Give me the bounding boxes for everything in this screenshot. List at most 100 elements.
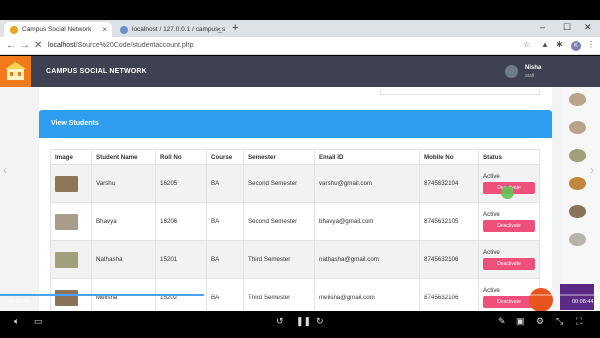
friends-rail: [562, 87, 600, 314]
profile-avatar[interactable]: K: [571, 41, 581, 51]
roll-no: 15202: [155, 278, 207, 314]
email: varshu@gmail.com: [314, 164, 420, 203]
student-name: Varshu: [91, 164, 156, 203]
browser-toolbar: ← → ✕ localhost/Source%20Code/studentacc…: [0, 37, 600, 55]
forward-icon[interactable]: →: [20, 40, 30, 51]
mobile: 8745632104: [419, 164, 479, 203]
reload-icon[interactable]: ✕: [34, 40, 42, 51]
table-header-row: Image Student Name Roll No Course Semest…: [50, 149, 540, 165]
rail-avatar[interactable]: [569, 121, 586, 134]
top-navbar: CAMPUS SOCIAL NETWORK Nisha Staff: [0, 56, 600, 87]
volume-icon[interactable]: 🔈︎: [14, 316, 19, 327]
student-photo: [55, 289, 78, 306]
student-photo: [55, 213, 78, 230]
email: melisha@gmail.com: [314, 278, 420, 314]
browser-menu-icon[interactable]: ⋮: [587, 40, 595, 49]
roll-no: 16206: [155, 202, 207, 241]
status-text: Active: [483, 249, 500, 256]
user-role: Staff: [525, 73, 535, 78]
rewind-icon[interactable]: ↺: [276, 316, 284, 327]
column-header: Status: [478, 149, 540, 165]
screen-icon[interactable]: ▣: [516, 316, 525, 327]
user-avatar[interactable]: [505, 65, 518, 78]
pause-icon[interactable]: ❚❚: [296, 316, 311, 327]
floating-action-button[interactable]: [529, 288, 553, 312]
rail-avatar[interactable]: [569, 93, 586, 106]
semester: Third Semester: [243, 240, 315, 279]
fullscreen-icon[interactable]: ⛶: [576, 316, 582, 327]
video-controls: 🔈︎ ▭ ↺ ❚❚ ↻ ✎ ▣ ⚙ ⤡ ⛶: [0, 311, 600, 338]
user-name: Nisha: [525, 65, 542, 71]
close-window-icon[interactable]: ✕: [584, 22, 592, 33]
column-header: Image: [50, 149, 92, 165]
shrink-icon[interactable]: ⤡: [556, 316, 563, 327]
deactivate-button[interactable]: Deactivate: [483, 296, 535, 308]
deactivate-button[interactable]: Deactivate: [483, 258, 535, 270]
phpmyadmin-favicon-icon: [120, 26, 128, 34]
email: nathasha@gmail.com: [314, 240, 420, 279]
pen-icon[interactable]: ✎: [498, 316, 506, 327]
status-text: Active: [483, 173, 500, 180]
course: BA: [206, 240, 244, 279]
column-header: Semester: [243, 149, 315, 165]
rail-avatar[interactable]: [569, 205, 586, 218]
elapsed-time: 00:02:59: [8, 299, 30, 305]
rail-avatar[interactable]: [569, 149, 586, 162]
minimize-icon[interactable]: –: [540, 22, 545, 32]
close-tab-icon[interactable]: ×: [102, 25, 107, 34]
settings-icon[interactable]: ⚙: [536, 316, 544, 327]
panel-header: View Students: [39, 110, 552, 138]
cursor-highlight: [501, 186, 514, 199]
logo[interactable]: [0, 56, 31, 87]
column-header: Roll No: [155, 149, 207, 165]
tab-campus-social-network[interactable]: Campus Social Network ×: [4, 22, 112, 37]
url-host: localhost: [48, 42, 76, 49]
close-tab-icon[interactable]: ×: [216, 25, 221, 34]
column-header: Mobile No: [419, 149, 479, 165]
prev-arrow-icon[interactable]: ‹: [3, 163, 7, 177]
video-frame: Campus Social Network × localhost / 127.…: [0, 0, 600, 338]
table-row: Nathasha 15201 BA Third Semester nathash…: [50, 240, 540, 279]
student-name: Nathasha: [91, 240, 156, 279]
bookmark-star-icon[interactable]: ☆: [523, 40, 530, 49]
student-photo: [55, 175, 78, 192]
webcam-overlay: [560, 284, 594, 310]
drive-icon[interactable]: ▲: [541, 40, 549, 49]
column-header: Student Name: [91, 149, 156, 165]
course: BA: [206, 164, 244, 203]
search-strip: [380, 89, 540, 95]
student-name: Melisha: [91, 278, 156, 314]
mobile: 8745632106: [419, 278, 479, 314]
captions-icon[interactable]: ▭: [34, 316, 43, 327]
url-path: /Source%20Code/studentaccount.php: [75, 42, 194, 49]
student-photo: [55, 251, 78, 268]
semester: Second Semester: [243, 202, 315, 241]
tab-label: Campus Social Network: [22, 26, 92, 33]
site-favicon-icon: [10, 26, 18, 34]
column-header: Email ID: [314, 149, 420, 165]
table-row: Bhavya 16206 BA Second Semester bhavya@g…: [50, 202, 540, 241]
status-text: Active: [483, 211, 500, 218]
new-tab-icon[interactable]: +: [232, 22, 238, 34]
column-header: Course: [206, 149, 244, 165]
email: bhavya@gmail.com: [314, 202, 420, 241]
tab-phpmyadmin[interactable]: localhost / 127.0.0.1 / campus_s ×: [114, 22, 226, 37]
students-panel: View Students Image Student Name Roll No…: [39, 87, 552, 314]
address-bar[interactable]: localhost/Source%20Code/studentaccount.p…: [48, 39, 512, 53]
maximize-icon[interactable]: ☐: [563, 22, 571, 33]
mobile: 8745632106: [419, 240, 479, 279]
video-progress-fill: [0, 294, 204, 296]
back-icon[interactable]: ←: [6, 40, 16, 51]
table-row: Varshu 16205 BA Second Semester varshu@g…: [50, 164, 540, 203]
mobile: 8745632105: [419, 202, 479, 241]
deactivate-button[interactable]: Deactivate: [483, 220, 535, 232]
student-name: Bhavya: [91, 202, 156, 241]
course: BA: [206, 278, 244, 314]
students-table: Image Student Name Roll No Course Semest…: [50, 149, 540, 314]
next-arrow-icon[interactable]: ›: [590, 163, 594, 177]
extensions-icon[interactable]: ✱: [556, 40, 563, 49]
forward-icon[interactable]: ↻: [316, 316, 324, 327]
rail-avatar[interactable]: [569, 233, 586, 246]
rail-avatar[interactable]: [569, 177, 586, 190]
web-page: CAMPUS SOCIAL NETWORK Nisha Staff View S…: [0, 56, 600, 314]
